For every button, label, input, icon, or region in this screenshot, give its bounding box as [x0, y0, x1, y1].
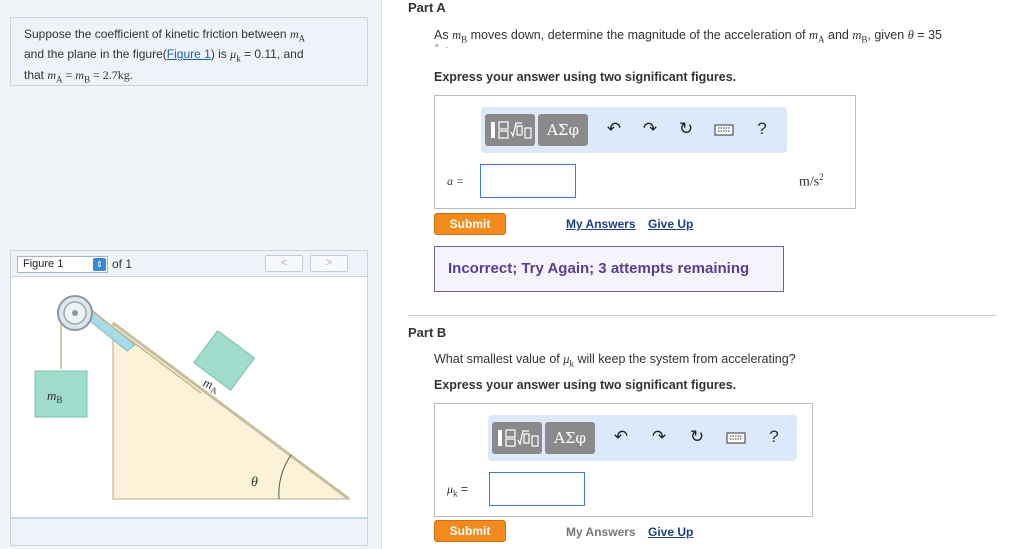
incline-pulley-diagram: θ mB mA [34, 295, 351, 501]
redo-icon[interactable]: ↷ [639, 118, 661, 140]
degree-symbol: ∘. [434, 40, 449, 50]
figure-count: of 1 [112, 257, 133, 271]
figure-link[interactable]: Figure 1 [167, 47, 211, 61]
part-a-instruction: Express your answer using two significan… [434, 70, 737, 84]
part-b-title: Part B [408, 325, 447, 340]
problem-statement: Suppose the coefficient of kinetic frict… [10, 17, 368, 86]
help-icon[interactable]: ? [763, 426, 785, 448]
part-a-my-answers-link[interactable]: My Answers [566, 217, 636, 231]
part-a-variable-label: a = [447, 174, 465, 188]
keyboard-icon[interactable] [725, 426, 747, 448]
reset-icon[interactable]: ↻ [675, 118, 697, 140]
part-a-feedback: Incorrect; Try Again; 3 attempts remaini… [434, 246, 784, 292]
templates-icon [498, 429, 539, 447]
part-b-answer-input[interactable] [489, 472, 585, 506]
redo-icon[interactable]: ↷ [648, 426, 670, 448]
part-b-answer-box: ΑΣφ ↶ ↷ ↻ ? μk = [434, 403, 813, 517]
keyboard-icon[interactable] [713, 118, 735, 140]
part-a-answer-input[interactable] [480, 164, 576, 198]
greek-symbols-button[interactable]: ΑΣφ [545, 422, 595, 454]
part-a-unit: m/s2 [799, 172, 824, 190]
help-icon[interactable]: ? [751, 118, 773, 140]
pulley-axle [72, 310, 78, 316]
part-a-submit-button[interactable]: Submit [434, 213, 506, 235]
mass-b-subscript: B [56, 395, 62, 405]
figure-image: θ mB mA [10, 277, 368, 518]
next-figure-button[interactable]: > [310, 255, 348, 272]
figure-select[interactable]: Figure 1 ⇕ [17, 256, 108, 273]
part-a-answer-box: ΑΣφ ↶ ↷ ↻ ? a = m/s2 [434, 95, 856, 209]
part-b-instruction: Express your answer using two significan… [434, 378, 737, 392]
figure-toolbar: Figure 1 ⇕ of 1 < > [10, 250, 368, 277]
part-b-give-up-link[interactable]: Give Up [648, 525, 693, 539]
right-pane: Part A As mB moves down, determine the m… [395, 0, 1005, 549]
mass-b-label: m [47, 388, 56, 403]
part-a-title: Part A [408, 0, 446, 15]
part-b-variable-label: μk = [447, 482, 468, 499]
part-a-give-up-link[interactable]: Give Up [648, 217, 693, 231]
part-b-submit-button[interactable]: Submit [434, 520, 506, 542]
chevron-updown-icon: ⇕ [93, 258, 106, 271]
prev-figure-button[interactable]: < [265, 255, 303, 272]
part-b-math-toolbar: ΑΣφ ↶ ↷ ↻ ? [488, 415, 797, 461]
figure-footer [10, 518, 368, 546]
left-pane: Suppose the coefficient of kinetic frict… [0, 0, 382, 549]
part-a-question: As mB moves down, determine the magnitud… [434, 28, 942, 45]
greek-symbols-button[interactable]: ΑΣφ [538, 114, 588, 146]
part-divider [408, 315, 996, 316]
undo-icon[interactable]: ↶ [610, 426, 632, 448]
theta-label: θ [251, 475, 258, 490]
templates-button[interactable] [485, 114, 535, 146]
mass-b-block [34, 370, 88, 418]
templates-icon [491, 121, 532, 139]
part-a-math-toolbar: ΑΣφ ↶ ↷ ↻ ? [481, 107, 787, 153]
templates-button[interactable] [492, 422, 542, 454]
part-b-my-answers-link: My Answers [566, 525, 636, 539]
reset-icon[interactable]: ↻ [686, 426, 708, 448]
undo-icon[interactable]: ↶ [603, 118, 625, 140]
part-b-question: What smallest value of μk will keep the … [434, 352, 796, 369]
